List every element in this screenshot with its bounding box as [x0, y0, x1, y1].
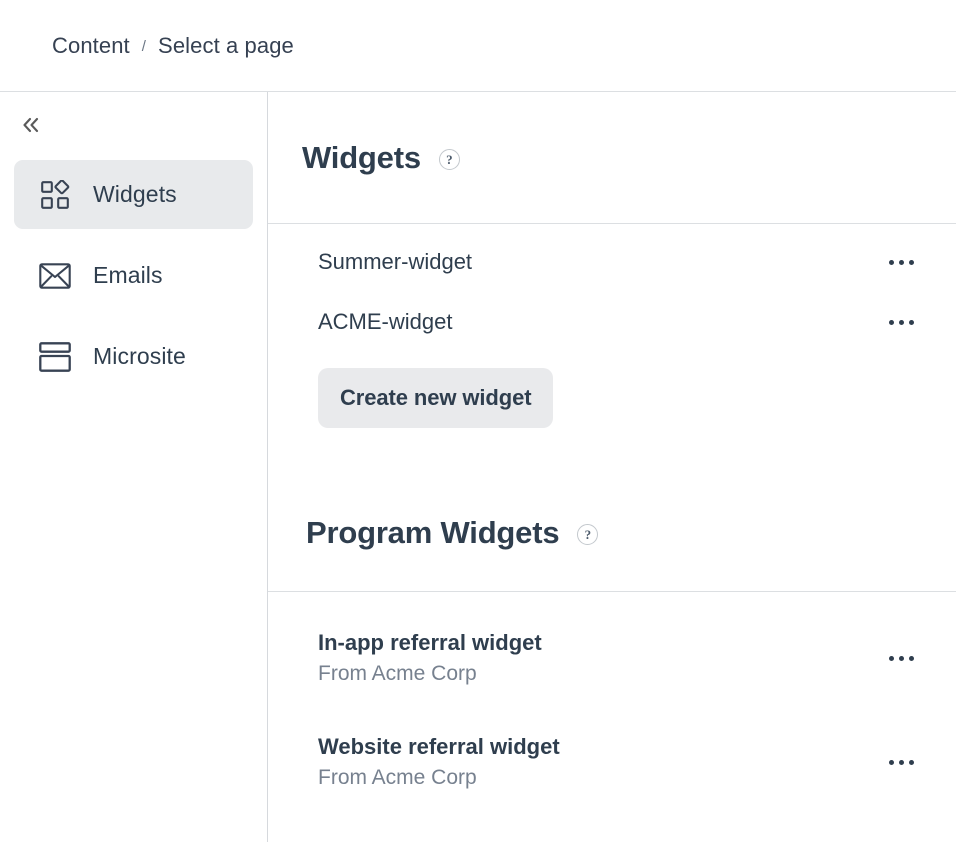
dot: [899, 759, 904, 765]
page-body: Widgets Emails Microsite Widgets ? Summe…: [0, 92, 956, 842]
dot: [909, 655, 914, 661]
create-new-widget-button[interactable]: Create new widget: [318, 368, 554, 428]
more-options-icon[interactable]: [879, 648, 924, 669]
program-widget-row[interactable]: In-app referral widget From Acme Corp: [268, 606, 956, 710]
widget-row-main: Summer-widget: [318, 249, 472, 274]
dot: [889, 655, 894, 661]
program-widget-subtitle: From Acme Corp: [318, 661, 477, 685]
widget-row[interactable]: Summer-widget: [268, 232, 956, 292]
dot: [889, 319, 894, 325]
sidebar-item-label: Widgets: [93, 181, 177, 207]
dot: [889, 259, 894, 265]
dot: [909, 759, 914, 765]
dot: [909, 319, 914, 325]
sidebar: Widgets Emails Microsite: [0, 92, 268, 842]
microsite-icon: [38, 340, 72, 374]
sidebar-item-label: Emails: [93, 262, 163, 288]
program-widget-title: In-app referral widget: [318, 630, 542, 656]
main-content: Widgets ? Summer-widget ACME-widget Crea…: [268, 92, 956, 842]
more-options-icon[interactable]: [879, 752, 924, 773]
help-icon[interactable]: ?: [438, 149, 460, 170]
breadcrumb-root[interactable]: Content: [52, 34, 130, 57]
dot: [909, 259, 914, 265]
sidebar-nav: Widgets Emails Microsite: [0, 160, 267, 391]
program-widget-row[interactable]: Website referral widget From Acme Corp: [268, 710, 956, 814]
dot: [889, 759, 894, 765]
program-widget-row-main: In-app referral widget From Acme Corp: [318, 630, 542, 685]
program-widgets-title: Program Widgets: [306, 515, 560, 550]
program-widget-title: Website referral widget: [318, 734, 560, 760]
program-widget-subtitle: From Acme Corp: [318, 765, 477, 789]
sidebar-item-microsite[interactable]: Microsite: [14, 322, 253, 391]
dot: [899, 259, 904, 265]
widgets-list: Summer-widget ACME-widget Create new wid…: [268, 224, 956, 428]
program-widget-row-main: Website referral widget From Acme Corp: [318, 734, 560, 789]
widget-row-main: ACME-widget: [318, 309, 452, 334]
chevron-double-left-icon: [21, 116, 43, 134]
widgets-icon: [38, 178, 72, 212]
program-widgets-list: In-app referral widget From Acme Corp We…: [268, 592, 956, 814]
widgets-section-header: Widgets ?: [268, 92, 956, 224]
sidebar-item-label: Microsite: [93, 343, 186, 369]
page-title: Widgets: [302, 140, 421, 175]
breadcrumb-bar: Content / Select a page: [0, 0, 956, 92]
dot: [899, 319, 904, 325]
more-options-icon[interactable]: [879, 312, 924, 333]
dot: [899, 655, 904, 661]
widget-title: Summer-widget: [318, 249, 473, 275]
more-options-icon[interactable]: [879, 252, 924, 273]
help-icon[interactable]: ?: [577, 524, 599, 545]
widget-title: ACME-widget: [318, 309, 453, 335]
program-widgets-section-header: Program Widgets ?: [268, 474, 956, 592]
breadcrumb-current[interactable]: Select a page: [158, 34, 294, 57]
sidebar-collapse-button[interactable]: [12, 108, 52, 142]
breadcrumb-separator: /: [141, 38, 147, 55]
create-widget-wrap: Create new widget: [268, 352, 956, 428]
widget-row[interactable]: ACME-widget: [268, 292, 956, 352]
sidebar-item-emails[interactable]: Emails: [14, 241, 253, 310]
sidebar-item-widgets[interactable]: Widgets: [14, 160, 253, 229]
envelope-icon: [38, 259, 72, 293]
